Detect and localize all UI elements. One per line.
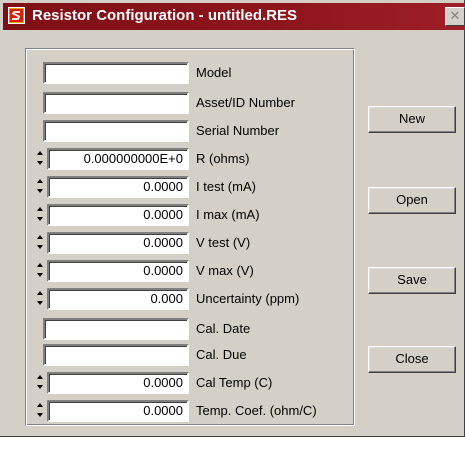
asset-id-label: Asset/ID Number	[196, 95, 295, 110]
r-ohms-field[interactable]: 0.000000000E+0	[47, 148, 189, 170]
r-ohms-spinner[interactable]	[36, 148, 44, 170]
i-test-label: I test (mA)	[196, 179, 256, 194]
serial-number-label: Serial Number	[196, 123, 280, 138]
spin-down-icon[interactable]	[37, 301, 43, 305]
spin-up-icon[interactable]	[37, 403, 43, 407]
cal-due-label: Cal. Due	[196, 347, 247, 362]
window-title: Resistor Configuration - untitled.RES	[32, 7, 297, 24]
uncertainty-label: Uncertainty (ppm)	[196, 291, 300, 306]
uncertainty-field[interactable]: 0.000	[47, 288, 189, 310]
asset-id-field[interactable]	[43, 92, 189, 114]
i-max-spinner[interactable]	[36, 204, 44, 226]
spin-down-icon[interactable]	[37, 161, 43, 165]
spin-up-icon[interactable]	[37, 179, 43, 183]
v-max-spinner[interactable]	[36, 260, 44, 282]
window-close-button[interactable]: ✕	[445, 7, 465, 26]
title-bar[interactable]: Resistor Configuration - untitled.RES ✕	[3, 3, 465, 30]
new-button[interactable]: New	[368, 106, 456, 133]
v-test-spinner[interactable]	[36, 232, 44, 254]
open-button[interactable]: Open	[368, 187, 456, 214]
spin-up-icon[interactable]	[37, 375, 43, 379]
spin-down-icon[interactable]	[37, 245, 43, 249]
i-test-field[interactable]: 0.0000	[47, 176, 189, 198]
i-max-label: I max (mA)	[196, 207, 260, 222]
cal-temp-field[interactable]: 0.0000	[47, 372, 189, 394]
cal-temp-label: Cal Temp (C)	[196, 375, 273, 390]
spin-up-icon[interactable]	[37, 235, 43, 239]
spin-up-icon[interactable]	[37, 263, 43, 267]
spin-down-icon[interactable]	[37, 217, 43, 221]
v-max-label: V max (V)	[196, 263, 254, 278]
i-test-spinner[interactable]	[36, 176, 44, 198]
temp-coef-label: Temp. Coef. (ohm/C)	[196, 403, 317, 418]
close-button[interactable]: Close	[368, 346, 456, 373]
serial-number-field[interactable]	[43, 120, 189, 142]
temp-coef-spinner[interactable]	[36, 400, 44, 422]
v-max-field[interactable]: 0.0000	[47, 260, 189, 282]
uncertainty-spinner[interactable]	[36, 288, 44, 310]
v-test-label: V test (V)	[196, 235, 251, 250]
cal-due-field[interactable]	[43, 344, 189, 366]
i-max-field[interactable]: 0.0000	[47, 204, 189, 226]
spin-up-icon[interactable]	[37, 151, 43, 155]
v-test-field[interactable]: 0.0000	[47, 232, 189, 254]
spin-up-icon[interactable]	[37, 291, 43, 295]
spin-down-icon[interactable]	[37, 413, 43, 417]
spin-down-icon[interactable]	[37, 189, 43, 193]
cal-date-label: Cal. Date	[196, 321, 251, 336]
spin-down-icon[interactable]	[37, 273, 43, 277]
resistor-configuration-window: Resistor Configuration - untitled.RES ✕ …	[0, 0, 465, 437]
cal-date-field[interactable]	[43, 318, 189, 340]
r-ohms-label: R (ohms)	[196, 151, 250, 166]
spin-up-icon[interactable]	[37, 207, 43, 211]
temp-coef-field[interactable]: 0.0000	[47, 400, 189, 422]
model-field[interactable]	[43, 62, 189, 84]
app-icon	[8, 7, 25, 24]
model-label: Model	[196, 65, 232, 80]
save-button[interactable]: Save	[368, 267, 456, 294]
cal-temp-spinner[interactable]	[36, 372, 44, 394]
close-icon: ✕	[449, 8, 461, 23]
spin-down-icon[interactable]	[37, 385, 43, 389]
